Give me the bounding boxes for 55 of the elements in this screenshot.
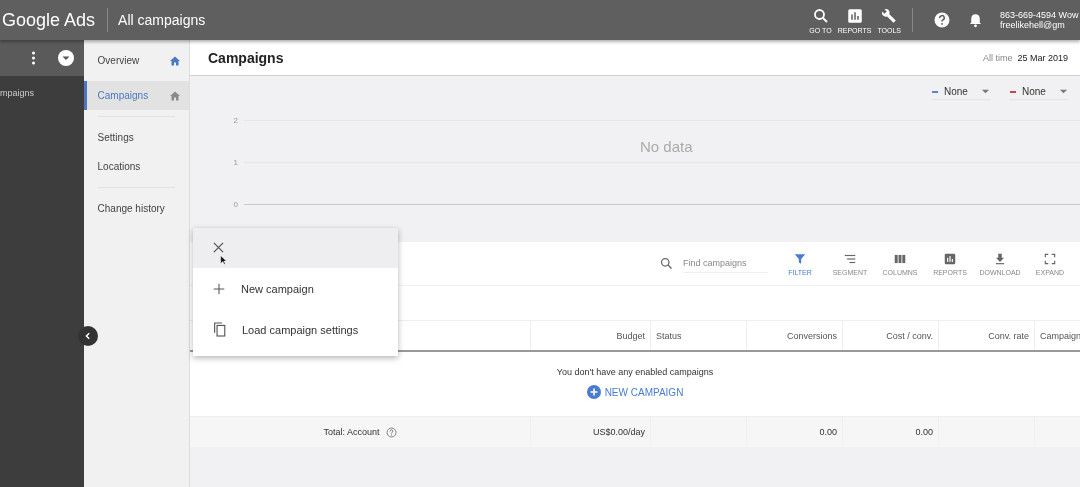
- page-title: All campaigns: [118, 12, 206, 28]
- column-header[interactable]: Conversions: [746, 321, 842, 350]
- column-header[interactable]: Budget: [530, 321, 650, 350]
- axis-label: 1: [232, 157, 238, 167]
- plus-icon: [586, 385, 601, 399]
- nav-item[interactable]: Campaigns: [83, 81, 189, 110]
- table-cell: 0.00: [842, 417, 938, 447]
- copy-icon: [213, 322, 226, 337]
- section-title: Campaigns: [208, 49, 284, 66]
- expand-icon: [1043, 251, 1057, 266]
- bar-chart-icon: [943, 251, 957, 266]
- cursor-icon: [220, 255, 227, 265]
- column-header[interactable]: Campaign: [1034, 321, 1080, 350]
- account-email: freelikehell@gm: [1000, 20, 1065, 30]
- total-label: Total: Account: [323, 427, 380, 437]
- account-tree-item[interactable]: mpaigns: [0, 88, 84, 98]
- date-range-label: All time: [982, 52, 1013, 63]
- nav-item[interactable]: Settings: [83, 123, 189, 152]
- more-icon[interactable]: [30, 51, 36, 65]
- caret-icon: [981, 87, 990, 96]
- wrench-icon: [880, 6, 899, 25]
- table-cell: 0.00: [746, 417, 842, 447]
- date-range-value[interactable]: 25 Mar 2019: [1017, 52, 1068, 63]
- dropdown-icon[interactable]: [57, 50, 74, 66]
- caret-icon: [1059, 87, 1068, 96]
- search-icon[interactable]: [659, 256, 674, 271]
- plus-icon: [213, 282, 225, 295]
- logo[interactable]: Google Ads: [0, 9, 96, 31]
- column-header[interactable]: Conv. rate: [938, 321, 1034, 350]
- bell-icon[interactable]: [967, 11, 984, 29]
- filter-icon: [793, 251, 807, 266]
- axis-label: 2: [232, 115, 238, 125]
- new-campaign-button[interactable]: NEW CAMPAIGN: [584, 383, 686, 401]
- column-header[interactable]: Cost / conv.: [842, 321, 938, 350]
- search-icon: [811, 6, 830, 25]
- menu-item[interactable]: Load campaign settings: [193, 309, 398, 350]
- download-icon: [993, 251, 1007, 266]
- table-cell: US$0.00/day: [530, 417, 650, 447]
- empty-table-message: You don't have any enabled campaigns: [556, 367, 714, 377]
- bar-chart-icon: [845, 6, 864, 25]
- nav-item[interactable]: Change history: [83, 194, 189, 223]
- help-icon[interactable]: [385, 426, 397, 438]
- account-phone: 863-669-4594 Wow: [1000, 10, 1079, 20]
- empty-chart-message: No data: [640, 138, 693, 155]
- nav-item[interactable]: Overview: [83, 46, 189, 75]
- help-icon[interactable]: [933, 11, 951, 29]
- menu-item[interactable]: New campaign: [193, 268, 398, 309]
- close-button[interactable]: [211, 240, 226, 255]
- column-header[interactable]: Status: [650, 321, 746, 350]
- metric-selector[interactable]: None: [932, 86, 990, 100]
- close-icon: [213, 242, 224, 253]
- metric-selector[interactable]: None: [1010, 86, 1068, 100]
- axis-label: 0: [232, 199, 238, 209]
- nav-item[interactable]: Locations: [83, 152, 189, 181]
- chevron-left-icon: [83, 332, 92, 340]
